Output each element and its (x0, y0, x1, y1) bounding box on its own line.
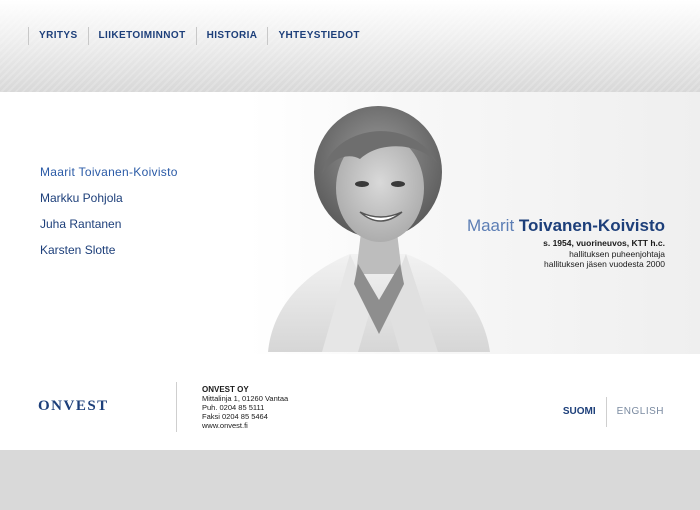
nav-item-historia[interactable]: HISTORIA (195, 27, 268, 45)
company-fax: Faksi 0204 85 5464 (202, 412, 268, 421)
person-last-name: Toivanen-Koivisto (518, 216, 665, 235)
footer-divider (176, 382, 177, 432)
main-nav: YRITYS LIIKETOIMINNOT HISTORIA YHTEYSTIE… (28, 27, 370, 45)
person-link-toivanen-koivisto[interactable]: Maarit Toivanen-Koivisto (40, 162, 178, 188)
person-first-name: Maarit (466, 216, 515, 235)
people-list: Maarit Toivanen-Koivisto Markku Pohjola … (40, 162, 178, 266)
company-info: ONVEST OY Mittalinja 1, 01260 Vantaa Puh… (202, 385, 288, 430)
person-birth-title: s. 1954, vuorineuvos, KTT h.c. (543, 238, 665, 248)
person-role: hallituksen puheenjohtaja (569, 248, 665, 259)
language-suomi[interactable]: SUOMI (553, 397, 606, 427)
person-membership: hallituksen jäsen vuodesta 2000 (544, 259, 665, 269)
company-phone: Puh. 0204 85 5111 (202, 403, 265, 412)
person-link-rantanen[interactable]: Juha Rantanen (40, 214, 178, 240)
footer: ONVEST ONVEST OY Mittalinja 1, 01260 Van… (0, 354, 700, 450)
main-content: Maarit Toivanen-Koivisto Markku Pohjola … (0, 92, 700, 354)
portrait-photo (268, 106, 490, 352)
person-link-slotte[interactable]: Karsten Slotte (40, 240, 178, 266)
nav-item-yritys[interactable]: YRITYS (28, 27, 88, 45)
company-address: Mittalinja 1, 01260 Vantaa (202, 394, 289, 403)
person-name: Maarit Toivanen-Koivisto (467, 216, 665, 236)
nav-item-liiketoiminnot[interactable]: LIIKETOIMINNOT (87, 27, 196, 45)
bottom-band (0, 450, 700, 510)
company-name: ONVEST OY (202, 385, 249, 394)
person-link-pohjola[interactable]: Markku Pohjola (40, 188, 178, 214)
onvest-logo[interactable]: ONVEST (38, 398, 109, 415)
language-switcher: SUOMI ENGLISH (553, 397, 664, 427)
person-caption: Maarit Toivanen-Koivisto s. 1954, vuorin… (467, 216, 665, 270)
nav-item-yhteystiedot[interactable]: YHTEYSTIEDOT (267, 27, 369, 45)
language-english[interactable]: ENGLISH (605, 397, 664, 427)
company-website[interactable]: www.onvest.fi (202, 421, 288, 430)
header: YRITYS LIIKETOIMINNOT HISTORIA YHTEYSTIE… (0, 0, 700, 92)
